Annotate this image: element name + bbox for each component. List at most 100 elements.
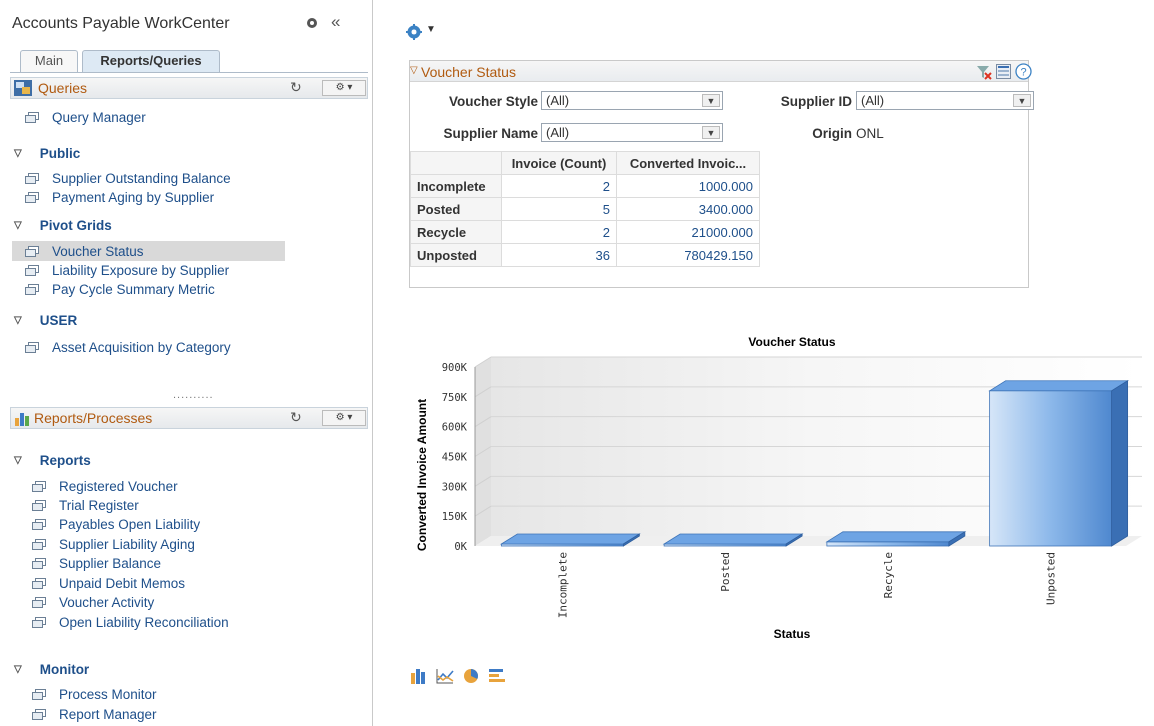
gear-icon[interactable] [305,16,319,30]
chevron-down-icon[interactable]: ▼ [426,24,436,35]
table-row: Posted 5 3400.000 [410,197,760,221]
list-item[interactable]: Payment Aging by Supplier [25,188,214,206]
pagelet-splitter[interactable]: .......... [173,389,214,401]
list-item[interactable]: Supplier Balance [32,554,161,572]
select-value: (All) [546,125,570,140]
list-item[interactable]: Payables Open Liability [32,515,200,533]
x-tick-label: Unposted [1045,552,1058,605]
options-menu-button[interactable]: ⚙ ▾ [322,80,366,96]
link-label: Unpaid Debit Memos [59,575,186,591]
link-label: Pay Cycle Summary Metric [52,281,215,297]
list-item[interactable]: Supplier Outstanding Balance [25,169,231,187]
link-icon [32,539,46,550]
cell-amount[interactable]: 21000.000 [616,220,760,244]
grid-view-icon[interactable] [996,64,1011,79]
link-label: Voucher Status [52,243,144,259]
query-manager-link[interactable]: Query Manager [25,108,146,126]
y-tick-label: 450K [442,452,468,464]
list-item[interactable]: Asset Acquisition by Category [25,338,231,356]
voucher-style-label: Voucher Style [448,94,538,109]
select-value: (All) [861,93,885,108]
chevron-down-icon: ▼ [702,126,720,139]
line-chart-icon[interactable] [436,668,454,684]
column-header[interactable]: Invoice (Count) [501,151,617,175]
cell-count[interactable]: 2 [501,220,617,244]
link-icon [25,246,39,257]
cell-count[interactable]: 5 [501,197,617,221]
svg-text:?: ? [1020,67,1026,79]
list-item-selected[interactable]: Voucher Status [25,242,144,260]
clear-filter-icon[interactable] [976,64,992,80]
list-item[interactable]: Pay Cycle Summary Metric [25,280,215,298]
group-label: Monitor [39,662,90,677]
list-item[interactable]: Unpaid Debit Memos [32,574,185,592]
collapse-triangle-icon: ▽ [14,148,22,159]
cell-amount[interactable]: 3400.000 [616,197,760,221]
cell-amount[interactable]: 1000.000 [616,174,760,198]
list-item[interactable]: Voucher Activity [32,593,154,611]
list-item[interactable]: Report Manager [32,705,157,723]
collapse-triangle-icon[interactable]: ▽ [410,65,418,76]
bar-side [1111,380,1129,547]
row-label: Incomplete [410,174,502,198]
group-monitor[interactable]: ▽ Monitor [14,662,89,677]
link-label: Report Manager [59,706,157,722]
group-pivot-grids[interactable]: ▽ Pivot Grids [14,218,112,233]
voucher-status-chart: Voucher Status Converted Invoice Amount … [415,335,1142,641]
chevron-down-icon: ▼ [702,94,720,107]
pivot-table: Invoice (Count) Converted Invoic... Inco… [410,151,760,267]
link-label: Supplier Balance [59,555,162,571]
column-header[interactable]: Converted Invoic... [616,151,760,175]
cell-count[interactable]: 2 [501,174,617,198]
list-item[interactable]: Registered Voucher [32,477,178,495]
reports-pagelet-title: Reports/Processes [34,410,153,426]
tab-reports-queries[interactable]: Reports/Queries [82,50,220,72]
group-user[interactable]: ▽ USER [14,313,77,328]
bar[interactable] [989,390,1113,547]
bar-chart-icon[interactable] [410,668,428,684]
link-label: Payables Open Liability [59,516,201,532]
group-public[interactable]: ▽ Public [14,146,80,161]
tab-main[interactable]: Main [20,50,78,72]
pie-chart-icon[interactable] [462,668,480,684]
row-label: Posted [410,197,502,221]
list-item[interactable]: Liability Exposure by Supplier [25,261,229,279]
options-menu-button[interactable]: ⚙ ▾ [322,410,366,426]
list-item[interactable]: Process Monitor [32,685,157,703]
help-icon[interactable]: ? [1015,63,1032,80]
chart-y-axis-label: Converted Invoice Amount [415,399,429,551]
refresh-icon[interactable]: ↻ [290,409,302,426]
collapse-panel-icon[interactable]: « [331,12,340,32]
link-icon [25,192,39,203]
horizontal-bar-chart-icon[interactable] [488,668,506,684]
bar[interactable] [826,541,950,547]
bar-top [988,380,1130,392]
chart-plot-area: 0K 150K 300K 450K 600K 750K 900K Incomplete Post… [442,356,1142,618]
voucher-style-select[interactable]: (All) ▼ [541,91,723,110]
queries-pagelet-header: Queries ↻ ⚙ ▾ [10,77,368,99]
gear-icon[interactable] [406,24,422,40]
link-icon [32,689,46,700]
link-icon [32,500,46,511]
list-item[interactable]: Supplier Liability Aging [32,535,195,553]
link-label: Open Liability Reconciliation [59,614,229,630]
link-icon [25,112,39,123]
link-icon [25,265,39,276]
x-tick-label: Recycle [882,552,895,598]
row-label: Recycle [410,220,502,244]
link-icon [32,519,46,530]
bar-top [662,533,804,545]
group-reports[interactable]: ▽ Reports [14,453,91,468]
list-item[interactable]: Open Liability Reconciliation [32,613,229,631]
x-tick-label: Incomplete [556,552,569,618]
cell-amount[interactable]: 780429.150 [616,243,760,267]
refresh-icon[interactable]: ↻ [290,79,302,96]
list-item[interactable]: Trial Register [32,496,139,514]
pivot-grid-header: ▽ Voucher Status ? [410,61,1032,82]
voucher-status-pivot-grid: ▽ Voucher Status ? Voucher Style (All) ▼ … [409,60,1034,288]
link-label: Query Manager [52,109,146,125]
supplier-name-select[interactable]: (All) ▼ [541,123,723,142]
supplier-id-select[interactable]: (All) ▼ [856,91,1034,110]
cell-count[interactable]: 36 [501,243,617,267]
collapse-triangle-icon: ▽ [14,455,22,466]
